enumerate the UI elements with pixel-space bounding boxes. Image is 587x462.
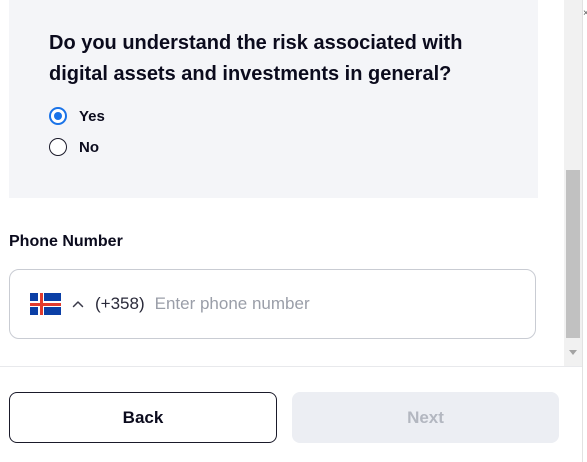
phone-number-input[interactable]	[154, 294, 455, 314]
back-button[interactable]: Back	[9, 392, 277, 443]
scrollbar-thumb[interactable]	[566, 170, 580, 338]
footer-divider	[0, 366, 582, 367]
radio-label-yes: Yes	[79, 107, 105, 125]
question-card: Do you understand the risk associated wi…	[9, 0, 538, 198]
chevron-up-icon[interactable]	[71, 297, 85, 311]
form-scroll-area: Do you understand the risk associated wi…	[0, 0, 564, 366]
radio-option-yes[interactable]: Yes	[49, 107, 105, 125]
phone-number-label: Phone Number	[9, 233, 123, 250]
phone-number-field[interactable]: (+358)	[9, 269, 536, 339]
vertical-scrollbar[interactable]	[564, 0, 582, 366]
scroll-down-arrow-icon[interactable]	[569, 350, 577, 355]
window-edge	[582, 0, 587, 462]
radio-option-no[interactable]: No	[49, 138, 99, 156]
next-button[interactable]: Next	[292, 392, 559, 443]
radio-button-yes[interactable]	[49, 107, 67, 125]
app-frame: Do you understand the risk associated wi…	[0, 0, 587, 462]
question-text: Do you understand the risk associated wi…	[49, 32, 463, 85]
radio-button-no[interactable]	[49, 138, 67, 156]
radio-label-no: No	[79, 138, 99, 156]
window-edge-close-icon: ×	[583, 8, 587, 19]
iceland-flag-icon[interactable]	[30, 293, 61, 315]
dial-code: (+358)	[95, 294, 145, 313]
